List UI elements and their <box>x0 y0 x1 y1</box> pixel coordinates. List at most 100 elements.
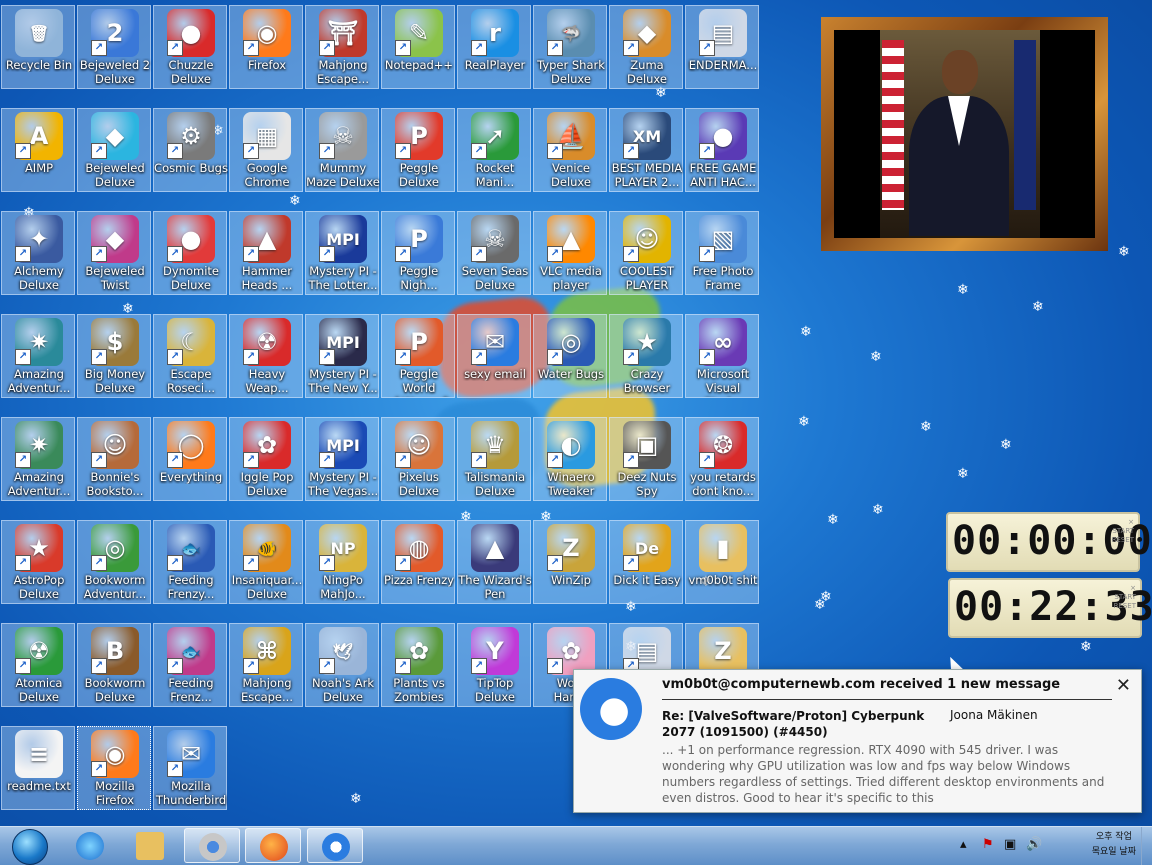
desktop-icon[interactable]: ✷ ↗ Amazing Adventur... <box>1 314 75 398</box>
desktop-icon[interactable]: ☢ ↗ Atomica Deluxe <box>1 623 75 707</box>
desktop-icon[interactable]: ● ↗ Dynomite Deluxe <box>153 211 227 295</box>
desktop-icon[interactable]: P ↗ Peggle Nigh... <box>381 211 455 295</box>
message-subject[interactable]: Re: [ValveSoftware/Proton] Cyberpunk 207… <box>662 708 942 740</box>
firefox-icon <box>260 833 288 861</box>
action-center-icon[interactable]: ⚑ <box>982 837 994 852</box>
desktop-icon[interactable]: ● ↗ Chuzzle Deluxe <box>153 5 227 89</box>
desktop-icon[interactable]: 🦈 ↗ Typer Shark Deluxe <box>533 5 607 89</box>
desktop-icon[interactable]: ➚ ↗ Rocket Mani... <box>457 108 531 192</box>
timer-controls[interactable]: × START RESET <box>1114 584 1136 611</box>
desktop-icon[interactable]: 🐟 ↗ Feeding Frenzy... <box>153 520 227 604</box>
desktop-icon[interactable]: ✿ ↗ Plants vs Zombies <box>381 623 455 707</box>
desktop-icon-label: Amazing Adventur... <box>7 367 71 395</box>
desktop-icon[interactable]: ⛵ ↗ Venice Deluxe <box>533 108 607 192</box>
desktop-icon[interactable]: Z ↗ WinZip <box>533 520 607 604</box>
desktop-icon[interactable]: ▤ ↗ ENDERMA... <box>685 5 759 89</box>
desktop-icon[interactable]: 🐠 ↗ Insaniquar... Deluxe <box>229 520 303 604</box>
taskbar-thunderbird[interactable] <box>307 828 363 863</box>
desktop-icon[interactable]: ◎ ↗ Water Bugs <box>533 314 607 398</box>
desktop-icon[interactable]: ☠ ↗ Seven Seas Deluxe <box>457 211 531 295</box>
desktop-icon[interactable]: ✉ ↗ Mozilla Thunderbird <box>153 726 227 810</box>
desktop-icon[interactable]: ☠ ↗ Mummy Maze Deluxe <box>305 108 380 192</box>
desktop-icon[interactable]: $ ↗ Big Money Deluxe <box>77 314 151 398</box>
desktop-icon[interactable]: De ↗ Dick it Easy <box>609 520 683 604</box>
desktop-icon[interactable]: ◆ ↗ Bejeweled Twist <box>77 211 151 295</box>
taskbar-explorer[interactable] <box>122 828 178 863</box>
shortcut-arrow-icon: ↗ <box>319 143 335 159</box>
taskbar-firefox[interactable] <box>245 828 301 863</box>
desktop-icon[interactable]: ☺ ↗ Pixelus Deluxe <box>381 417 455 501</box>
show-desktop-button[interactable] <box>1141 827 1152 865</box>
desktop-icon[interactable]: ▲ The Wizard's Pen <box>457 520 532 604</box>
desktop-icon[interactable]: ✷ ↗ Amazing Adventur... <box>1 417 75 501</box>
desktop-icon[interactable]: r ↗ RealPlayer <box>457 5 531 89</box>
shortcut-arrow-icon: ↗ <box>243 452 259 468</box>
timer-widget-2[interactable]: 00:22:33 × START RESET <box>948 578 1152 638</box>
volume-icon[interactable]: 🔊 <box>1026 837 1042 852</box>
desktop-icon[interactable]: ◍ ↗ Pizza Frenzy <box>381 520 455 604</box>
desktop-icon[interactable]: ✦ ↗ Alchemy Deluxe <box>1 211 75 295</box>
close-icon[interactable]: ✕ <box>1116 675 1131 696</box>
desktop-icon[interactable]: P ↗ Peggle Deluxe <box>381 108 455 192</box>
desktop-icon[interactable]: 🗑 Recycle Bin <box>1 5 75 89</box>
desktop-icon[interactable]: ♛ ↗ Talismania Deluxe <box>457 417 531 501</box>
desktop-icon[interactable]: ☺ ↗ Bonnie's Booksto... <box>77 417 151 501</box>
desktop-icon[interactable]: NP ↗ NingPo MahJo... <box>305 520 379 604</box>
desktop-icon[interactable]: ▲ ↗ VLC media player <box>533 211 607 295</box>
shortcut-arrow-icon: ↗ <box>243 40 259 56</box>
desktop-icon[interactable]: A ↗ AIMP <box>1 108 75 192</box>
timer-widget-1[interactable]: 00:00:00 × START RESET <box>946 512 1152 572</box>
desktop-icon[interactable]: ▦ ↗ Google Chrome <box>229 108 303 192</box>
desktop-icon[interactable]: ⛩ ↗ Mahjong Escape... <box>305 5 379 89</box>
desktop-icon[interactable]: ⌘ ↗ Mahjong Escape... <box>229 623 303 707</box>
desktop-icon[interactable]: ✎ ↗ Notepad++ <box>381 5 455 89</box>
desktop-icon[interactable]: ◆ ↗ Zuma Deluxe <box>609 5 683 89</box>
desktop-icon[interactable]: ★ ↗ AstroPop Deluxe <box>1 520 75 604</box>
desktop-icon[interactable]: 🐟 ↗ Feeding Frenz... <box>153 623 227 707</box>
desktop-icon[interactable]: ☺ ↗ COOLEST PLAYER <box>609 211 683 295</box>
taskbar-internet-explorer[interactable] <box>62 828 118 863</box>
desktop-icon[interactable]: ∞↗Microsoft Visual Stud... <box>685 314 759 398</box>
desktop-icon-label: Mahjong Escape... <box>317 58 369 86</box>
desktop-icon[interactable]: ◆ ↗ Bejeweled Deluxe <box>77 108 151 192</box>
photo-frame-widget[interactable] <box>821 17 1108 251</box>
desktop-icon[interactable]: 🕊 ↗ Noah's Ark Deluxe <box>305 623 379 707</box>
desktop-icon[interactable]: ◯ ↗ Everything <box>153 417 227 501</box>
taskbar-chrome[interactable] <box>184 828 240 863</box>
desktop-icon[interactable]: XM ↗ BEST MEDIA PLAYER 2... <box>609 108 683 192</box>
shortcut-arrow-icon: ↗ <box>547 246 563 262</box>
desktop-icon[interactable]: ◎ ↗ Bookworm Adventur... <box>77 520 151 604</box>
chevron-up-icon[interactable]: ▴ <box>960 837 967 852</box>
network-icon[interactable]: ▣ <box>1004 837 1016 852</box>
desktop-icon[interactable]: ◉ ↗ Mozilla Firefox <box>77 726 151 810</box>
desktop-icon[interactable]: ▮ vm0b0t shit <box>685 520 759 604</box>
desktop-icon[interactable]: ✉ ↗ sexy email <box>457 314 531 398</box>
desktop-icon[interactable]: ★ ↗ Crazy Browser <box>609 314 683 398</box>
desktop-icon[interactable]: ☢ ↗ Heavy Weap... <box>229 314 303 398</box>
desktop-icon[interactable]: ▣ ↗ Deez Nuts Spy <box>609 417 683 501</box>
start-button[interactable] <box>4 827 54 865</box>
desktop-icon[interactable]: ◐ ↗ Winaero Tweaker <box>533 417 607 501</box>
desktop-icon[interactable]: ❂ ↗ you retards dont kno... <box>685 417 759 501</box>
desktop-icon[interactable]: ● ↗ FREE GAME ANTI HAC... <box>685 108 759 192</box>
desktop-icon[interactable]: ☾ ↗ Escape Roseci... <box>153 314 227 398</box>
desktop-icon[interactable]: 2 ↗ Bejeweled 2 Deluxe <box>77 5 151 89</box>
desktop-icon-label: Everything <box>159 470 223 484</box>
timer-controls[interactable]: × START RESET <box>1112 518 1134 545</box>
desktop-icon[interactable]: MPI ↗ Mystery PI - The Vegas... <box>305 417 379 501</box>
internet-explorer-icon <box>76 832 104 860</box>
desktop-icon[interactable]: ⚙ ↗ Cosmic Bugs <box>153 108 228 192</box>
mail-notification-popup[interactable]: vm0b0t@computernewb.com received 1 new m… <box>573 669 1142 813</box>
desktop-icon[interactable]: MPI ↗ Mystery PI - The Lotter... <box>305 211 379 295</box>
clock[interactable]: 오후 작업 목요일 날짜 <box>1092 830 1136 860</box>
desktop-icon[interactable]: ▧ ↗ Free Photo Frame <box>685 211 759 295</box>
desktop-icon[interactable]: Y ↗ TipTop Deluxe <box>457 623 531 707</box>
desktop-icon-label: Bookworm Adventur... <box>83 573 147 601</box>
desktop-icon[interactable]: ◉ ↗ Firefox <box>229 5 303 89</box>
desktop-icon[interactable]: ≡ readme.txt <box>1 726 75 810</box>
desktop-icon[interactable]: P↗Peggle World of Warcraft <box>381 314 455 398</box>
desktop-icon[interactable]: ✿ ↗ Iggle Pop Deluxe <box>229 417 303 501</box>
desktop-icon[interactable]: MPI ↗ Mystery PI - The New Y... <box>305 314 379 398</box>
desktop-icon[interactable]: B ↗ Bookworm Deluxe <box>77 623 151 707</box>
desktop-icon[interactable]: ▲ ↗ Hammer Heads ... <box>229 211 303 295</box>
